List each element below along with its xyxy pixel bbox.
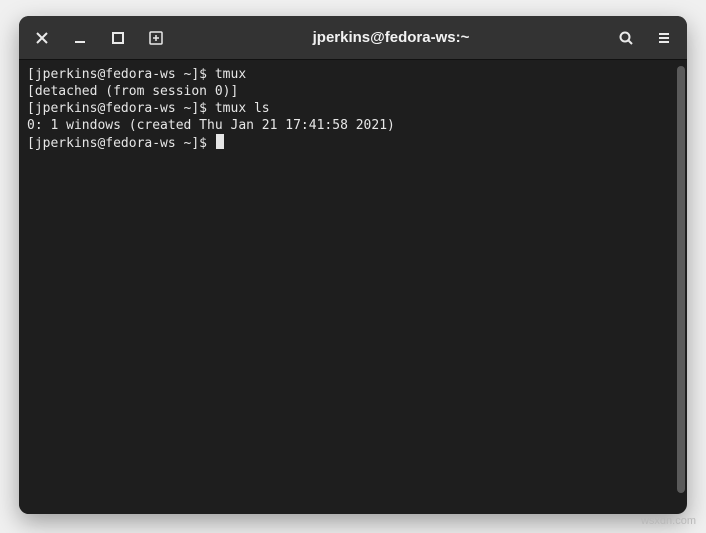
prompt: [jperkins@fedora-ws ~]$: [27, 136, 215, 151]
search-icon: [618, 30, 634, 46]
terminal-output-line: [detached (from session 0)]: [27, 83, 667, 100]
new-tab-icon: [148, 30, 164, 46]
window-title: jperkins@fedora-ws:~: [177, 29, 605, 46]
minimize-icon: [72, 30, 88, 46]
close-button[interactable]: [25, 21, 59, 55]
maximize-button[interactable]: [101, 21, 135, 55]
scrollbar-thumb[interactable]: [677, 66, 685, 493]
output-text: 0: 1 windows (created Thu Jan 21 17:41:5…: [27, 118, 395, 133]
terminal-output-line: 0: 1 windows (created Thu Jan 21 17:41:5…: [27, 117, 667, 134]
terminal-command-line: [jperkins@fedora-ws ~]$ tmux: [27, 66, 667, 83]
terminal-command-line: [jperkins@fedora-ws ~]$ tmux ls: [27, 100, 667, 117]
terminal-content[interactable]: [jperkins@fedora-ws ~]$ tmux[detached (f…: [19, 60, 675, 514]
search-button[interactable]: [609, 21, 643, 55]
command-input: tmux: [215, 67, 246, 82]
terminal-area: [jperkins@fedora-ws ~]$ tmux[detached (f…: [19, 60, 687, 514]
new-tab-button[interactable]: [139, 21, 173, 55]
prompt: [jperkins@fedora-ws ~]$: [27, 67, 215, 82]
minimize-button[interactable]: [63, 21, 97, 55]
menu-button[interactable]: [647, 21, 681, 55]
output-text: [detached (from session 0)]: [27, 84, 238, 99]
titlebar: jperkins@fedora-ws:~: [19, 16, 687, 60]
terminal-window: jperkins@fedora-ws:~ [jperkins@fedora-ws…: [19, 16, 687, 514]
close-icon: [34, 30, 50, 46]
terminal-command-line: [jperkins@fedora-ws ~]$: [27, 134, 667, 152]
watermark: wsxdn.com: [641, 515, 696, 527]
scrollbar[interactable]: [675, 60, 687, 514]
maximize-icon: [110, 30, 126, 46]
prompt: [jperkins@fedora-ws ~]$: [27, 101, 215, 116]
hamburger-icon: [656, 30, 672, 46]
command-input: tmux ls: [215, 101, 270, 116]
cursor: [216, 134, 224, 149]
